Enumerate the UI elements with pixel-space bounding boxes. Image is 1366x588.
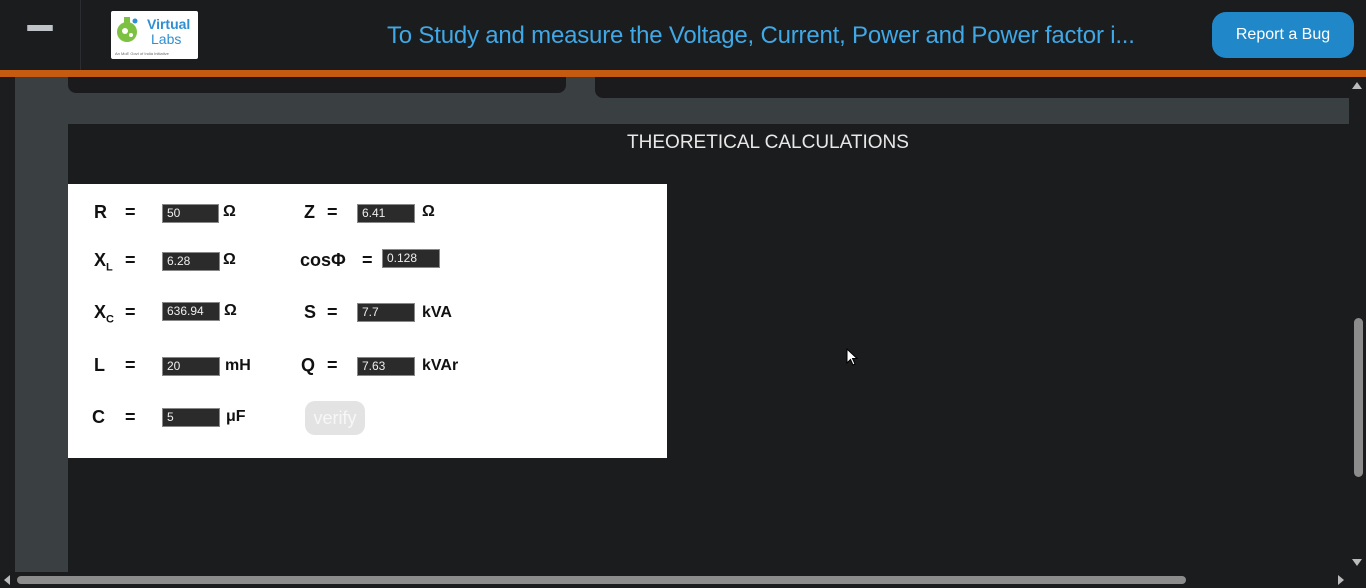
left-gutter xyxy=(0,77,15,572)
label-xl: XL xyxy=(94,250,113,274)
c-input[interactable]: 5 xyxy=(162,408,220,427)
label-c: C xyxy=(92,407,105,427)
r-input[interactable]: 50 xyxy=(162,204,219,223)
top-navbar: Virtual Labs An MoE Govt of India Initia… xyxy=(0,0,1366,70)
equals-sign: = xyxy=(327,302,338,322)
report-bug-button[interactable]: Report a Bug xyxy=(1212,12,1354,58)
logo-text-labs: Labs xyxy=(151,31,182,47)
label-q: Q xyxy=(301,355,316,375)
cosphi-input[interactable]: 0.128 xyxy=(382,249,440,268)
label-z: Z xyxy=(304,202,315,222)
virtual-labs-logo[interactable]: Virtual Labs An MoE Govt of India Initia… xyxy=(111,11,198,59)
equals-sign: = xyxy=(362,250,373,270)
equals-sign: = xyxy=(327,355,338,375)
label-cosphi: cosΦ xyxy=(300,250,346,270)
label-xl-text: X xyxy=(94,250,107,270)
equals-sign: = xyxy=(125,250,136,270)
label-xc-sub: C xyxy=(106,313,114,326)
label-xl-sub: L xyxy=(106,261,113,274)
q-input[interactable]: 7.63 xyxy=(357,357,415,376)
z-unit: Ω xyxy=(422,203,435,220)
horizontal-scrollbar[interactable] xyxy=(0,572,1366,588)
vertical-scrollbar[interactable] xyxy=(1349,77,1366,572)
upper-panel-left xyxy=(68,77,566,93)
verify-button[interactable]: verify xyxy=(305,401,365,435)
mouse-pointer-icon xyxy=(846,348,858,366)
q-unit: kVAr xyxy=(422,357,459,374)
s-unit: kVA xyxy=(422,304,452,321)
hamburger-icon xyxy=(27,25,53,45)
scroll-down-icon[interactable] xyxy=(1352,559,1362,566)
equals-sign: = xyxy=(125,302,136,322)
label-xc-text: X xyxy=(94,302,107,322)
s-input[interactable]: 7.7 xyxy=(357,303,415,322)
logo-text-virtual: Virtual xyxy=(147,16,191,32)
logo-tagline: An MoE Govt of India Initiative xyxy=(115,51,169,56)
side-strip xyxy=(15,77,68,572)
l-input[interactable]: 20 xyxy=(162,357,220,376)
calculation-form: R = 50 Ω Z = 6.41 Ω XL = 6.28 Ω cosΦ = 0… xyxy=(68,184,667,458)
label-s: S xyxy=(304,302,317,322)
horizontal-scroll-thumb[interactable] xyxy=(17,576,1186,584)
label-xc: XC xyxy=(94,302,114,326)
xl-input[interactable]: 6.28 xyxy=(162,252,220,271)
xl-unit: Ω xyxy=(223,251,236,268)
equals-sign: = xyxy=(125,407,136,427)
header-divider xyxy=(0,70,1366,77)
label-r: R xyxy=(94,202,107,222)
equals-sign: = xyxy=(125,355,136,375)
flask-logo-icon xyxy=(117,17,138,42)
page-title: To Study and measure the Voltage, Curren… xyxy=(387,22,1135,49)
l-unit: mH xyxy=(225,357,251,374)
scroll-left-icon[interactable] xyxy=(4,575,10,585)
xc-unit: Ω xyxy=(224,302,237,319)
equals-sign: = xyxy=(327,202,338,222)
z-input[interactable]: 6.41 xyxy=(357,204,415,223)
menu-button[interactable] xyxy=(0,0,81,70)
vertical-scroll-thumb[interactable] xyxy=(1354,318,1363,477)
scroll-right-icon[interactable] xyxy=(1338,575,1344,585)
calc-heading: THEORETICAL CALCULATIONS xyxy=(627,132,909,153)
r-unit: Ω xyxy=(223,203,236,220)
scroll-up-icon[interactable] xyxy=(1352,82,1362,89)
equals-sign: = xyxy=(125,202,136,222)
c-unit: μF xyxy=(226,408,246,425)
xc-input[interactable]: 636.94 xyxy=(162,302,220,321)
label-l: L xyxy=(94,355,105,375)
upper-panel-right xyxy=(595,77,1349,98)
